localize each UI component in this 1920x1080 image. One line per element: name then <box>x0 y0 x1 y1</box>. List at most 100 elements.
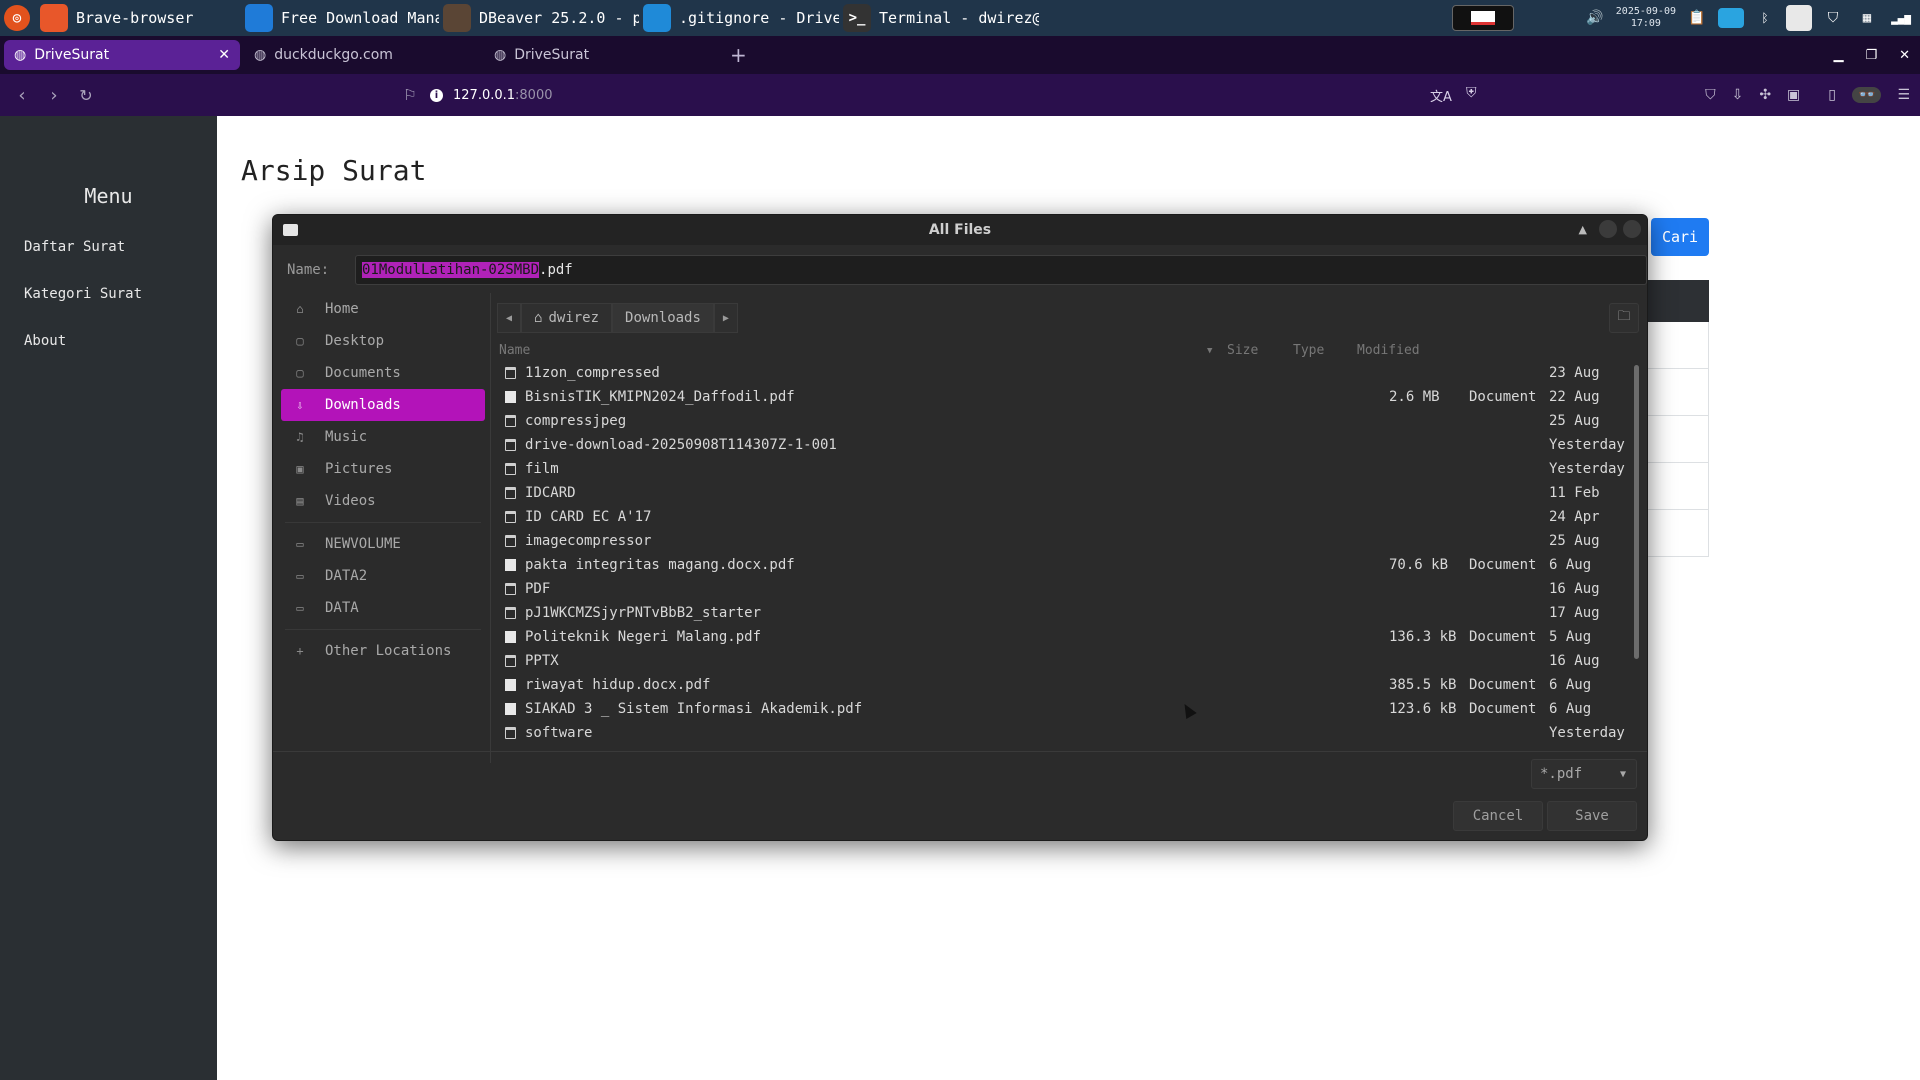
file-row[interactable]: compressjpeg 25 Aug <box>497 410 1633 434</box>
place-downloads[interactable]: ⇩ Downloads <box>281 389 485 421</box>
column-name[interactable]: Name <box>499 343 530 358</box>
file-name: SIAKAD 3 _ Sistem Informasi Akademik.pdf <box>525 701 863 717</box>
taskbar-app[interactable]: .gitignore - Drive… <box>639 0 839 36</box>
place-pictures[interactable]: ▣ Pictures <box>281 453 485 485</box>
signal-icon[interactable]: ▂▄▆ <box>1888 5 1914 31</box>
new-folder-button[interactable]: 🗀 <box>1609 303 1639 333</box>
translate-icon[interactable]: 文A <box>1430 86 1452 105</box>
file-row[interactable]: film Yesterday <box>497 458 1633 482</box>
profile-icon[interactable]: 👓 <box>1852 87 1882 103</box>
path-forward-button[interactable]: ▶ <box>713 303 738 333</box>
clock[interactable]: 2025-09-09 17:09 <box>1616 6 1676 30</box>
shield-icon[interactable]: ⛉ <box>1820 5 1846 31</box>
place-videos[interactable]: ▤ Videos <box>281 485 485 517</box>
place-newvolume[interactable]: ▭ NEWVOLUME <box>281 528 485 560</box>
file-row[interactable]: software Yesterday <box>497 722 1633 746</box>
minimize-button[interactable]: ▁ <box>1833 48 1843 63</box>
file-row[interactable]: imagecompressor 25 Aug <box>497 530 1633 554</box>
close-window-button[interactable]: ✕ <box>1899 48 1910 63</box>
tab-close-icon[interactable]: ✕ <box>218 47 230 63</box>
file-row[interactable]: pJ1WKCMZSjyrPNTvBbB2_starter 17 Aug <box>497 602 1633 626</box>
file-row[interactable]: riwayat hidup.docx.pdf 385.5 kB Document 6 … <box>497 674 1633 698</box>
place-other-locations[interactable]: + Other Locations <box>281 635 485 667</box>
place-music[interactable]: ♫ Music <box>281 421 485 453</box>
taskbar-app[interactable]: Brave-browser <box>36 0 241 36</box>
file-name: PPTX <box>525 653 559 669</box>
file-row[interactable]: IDCARD 11 Feb <box>497 482 1633 506</box>
place-label: Other Locations <box>325 643 452 659</box>
place-data[interactable]: ▭ DATA <box>281 592 485 624</box>
extension-shield-icon[interactable]: ⛉ <box>1705 87 1716 103</box>
footer-separator <box>273 751 1647 752</box>
place-home[interactable]: ⌂ Home <box>281 293 485 325</box>
extension-download-icon[interactable]: ⇩ <box>1732 87 1744 103</box>
file-row[interactable]: BisnisTIK_KMIPN2024_Daffodil.pdf 2.6 MB Do… <box>497 386 1633 410</box>
browser-tab[interactable]: ◍ DriveSurat <box>484 40 720 70</box>
cancel-button[interactable]: Cancel <box>1453 801 1543 831</box>
reload-button[interactable]: ↻ <box>72 86 100 105</box>
taskbar-app-label: Free Download Mana… <box>281 9 439 27</box>
column-modified[interactable]: Modified <box>1357 343 1420 358</box>
save-button[interactable]: Save <box>1547 801 1637 831</box>
new-tab-button[interactable]: + <box>730 43 747 67</box>
browser-tab[interactable]: ◍ DriveSurat ✕ <box>4 40 240 70</box>
window-preview-icon[interactable] <box>1451 5 1514 31</box>
file-type-filter[interactable]: *.pdf ▼ <box>1531 759 1637 789</box>
file-list-scrollbar[interactable] <box>1634 365 1639 659</box>
maximize-button[interactable]: ❐ <box>1865 48 1877 63</box>
apps-icon[interactable]: ▦ <box>1854 5 1880 31</box>
new-folder-icon: 🗀 <box>1617 309 1631 324</box>
menu-icon[interactable]: ☰ <box>1897 87 1910 103</box>
taskbar-app[interactable]: Free Download Mana… <box>241 0 439 36</box>
file-row[interactable]: Politeknik Negeri Malang.pdf 136.3 kB Docu… <box>497 626 1633 650</box>
wallet-icon[interactable]: ▣ <box>1787 87 1800 103</box>
file-modified: 22 Aug <box>1549 389 1600 405</box>
taskbar-app[interactable]: DBeaver 25.2.0 - p… <box>439 0 639 36</box>
file-row[interactable]: PDF 16 Aug <box>497 578 1633 602</box>
path-crumb-current[interactable]: Downloads <box>612 303 714 333</box>
sidebar-link[interactable]: Kategori Surat <box>0 285 217 332</box>
sidebar-link[interactable]: Daftar Surat <box>0 238 217 285</box>
url-field[interactable]: i 127.0.0.1:8000 <box>430 83 553 107</box>
file-row[interactable]: pakta integritas magang.docx.pdf 70.6 kB D… <box>497 554 1633 578</box>
sidebar-toggle-icon[interactable]: ▯ <box>1828 87 1836 103</box>
column-type[interactable]: Type <box>1293 343 1324 358</box>
file-row[interactable]: SIAKAD 3 _ Sistem Informasi Akademik.pdf… <box>497 698 1633 722</box>
path-crumb-home[interactable]: ⌂ dwirez <box>521 303 613 333</box>
taskbar-app[interactable]: >_ Terminal - dwirez@… <box>839 0 1039 36</box>
dialog-titlebar[interactable]: All Files ▲ <box>273 215 1647 245</box>
terminal-icon: >_ <box>843 4 871 32</box>
column-size[interactable]: Size <box>1227 343 1258 358</box>
file-row[interactable]: drive-download-20250908T114307Z-1-001 Yes… <box>497 434 1633 458</box>
bluetooth-icon[interactable]: ᛒ <box>1752 5 1778 31</box>
places-divider <box>490 293 491 763</box>
save-file-dialog: All Files ▲ Name: 01ModulLatihan-02SMBD.… <box>272 214 1648 841</box>
collapse-icon[interactable]: ▲ <box>1579 223 1587 236</box>
site-info-icon[interactable]: i <box>430 88 443 102</box>
file-row[interactable]: 11zon_compressed 23 Aug <box>497 362 1633 386</box>
clipboard-icon[interactable]: 📋 <box>1684 5 1710 31</box>
place-data2[interactable]: ▭ DATA2 <box>281 560 485 592</box>
volume-icon[interactable]: 🔊 <box>1582 5 1608 31</box>
browser-tab[interactable]: ◍ duckduckgo.com <box>244 40 480 70</box>
file-row[interactable]: ID CARD EC A'17 24 Apr <box>497 506 1633 530</box>
bookmark-icon[interactable]: ⚐ <box>396 86 424 104</box>
dialog-maximize-button[interactable] <box>1599 220 1617 238</box>
search-button[interactable]: Cari <box>1651 218 1709 256</box>
brave-shields-icon[interactable]: ⛨ <box>1466 85 1477 101</box>
dialog-close-button[interactable] <box>1623 220 1641 238</box>
ubuntu-menu-button[interactable]: ◎ <box>0 0 36 36</box>
sort-chevron-icon[interactable]: ▼ <box>1207 346 1212 356</box>
place-desktop[interactable]: ▢ Desktop <box>281 325 485 357</box>
sidebar-link[interactable]: About <box>0 332 217 379</box>
page-title: Arsip Surat <box>241 154 427 187</box>
filename-input[interactable]: 01ModulLatihan-02SMBD .pdf <box>355 255 1647 285</box>
back-button[interactable]: ‹ <box>8 85 36 106</box>
file-row[interactable]: PPTX 16 Aug <box>497 650 1633 674</box>
place-documents[interactable]: ▢ Documents <box>281 357 485 389</box>
notes-icon[interactable] <box>1786 5 1812 31</box>
path-back-button[interactable]: ◀ <box>497 303 522 333</box>
forward-button[interactable]: › <box>40 85 68 106</box>
network-icon[interactable] <box>1718 8 1744 28</box>
extensions-puzzle-icon[interactable]: ✣ <box>1759 87 1771 103</box>
